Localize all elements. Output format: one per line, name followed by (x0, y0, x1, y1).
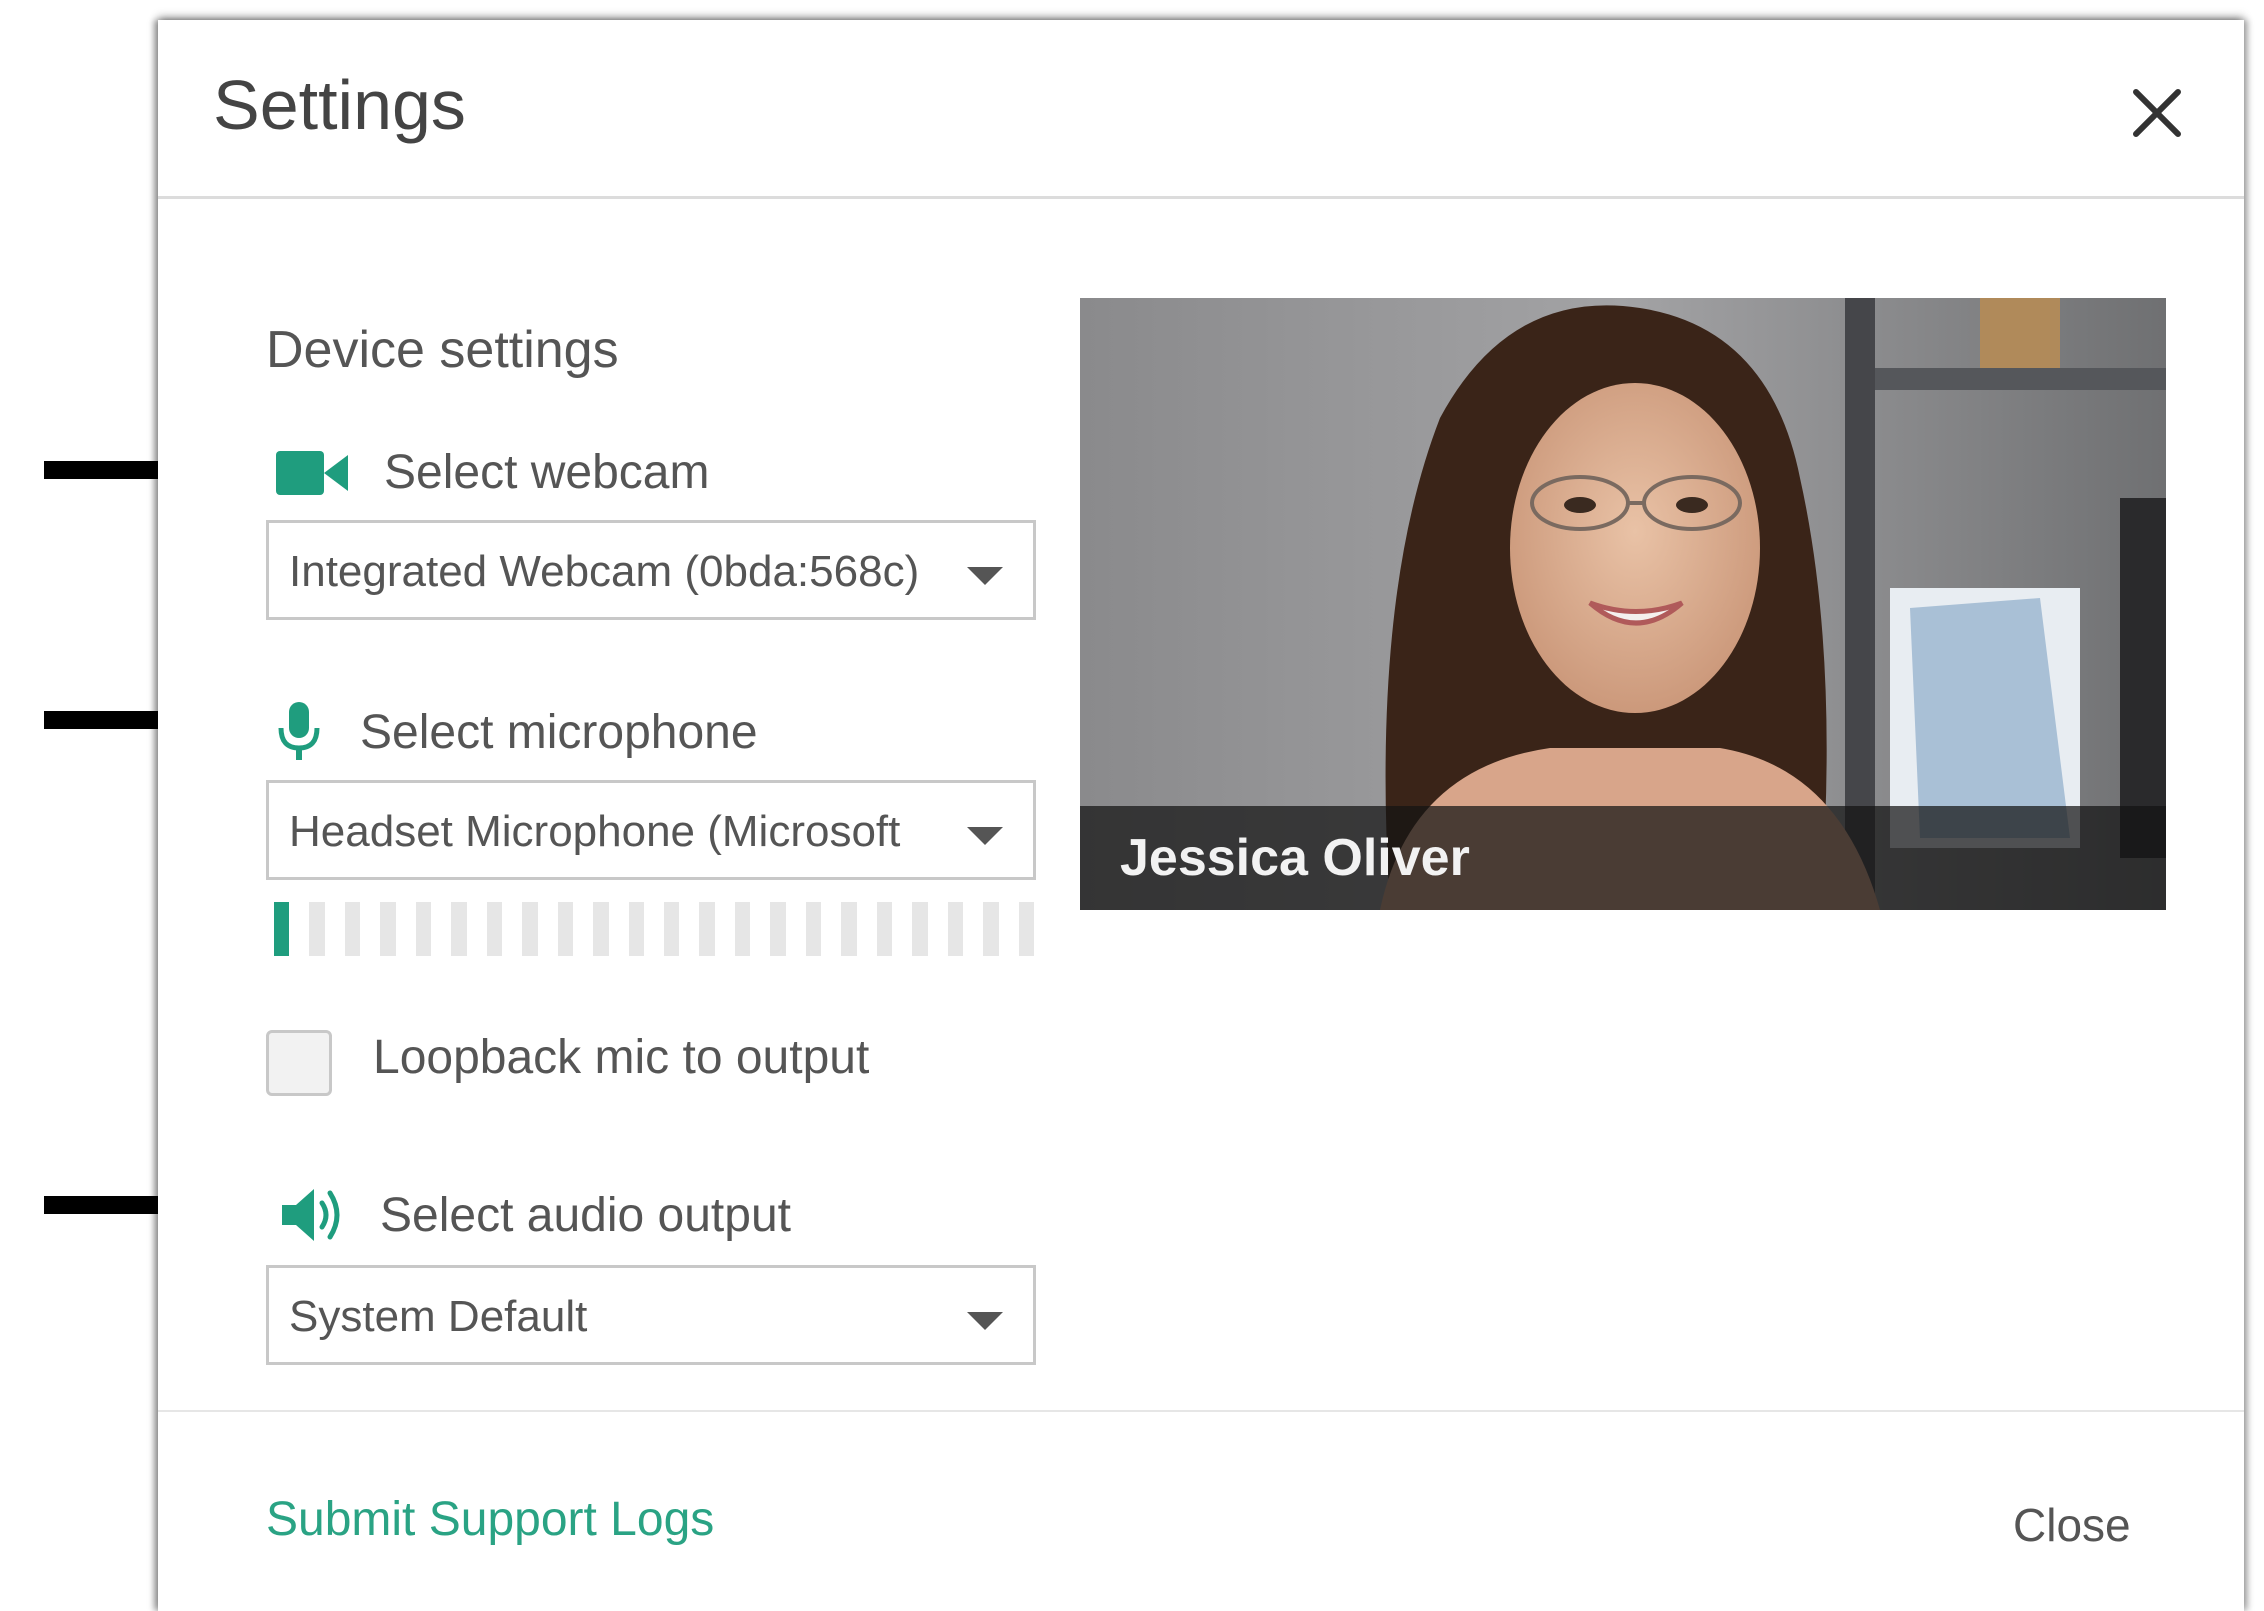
close-icon[interactable] (2122, 78, 2192, 148)
mic-level-bar (841, 902, 857, 956)
microphone-icon (274, 700, 324, 764)
dialog-header: Settings (158, 20, 2244, 199)
webcam-select-value: Integrated Webcam (0bda:568c) (289, 547, 920, 596)
mic-level-bar (309, 902, 325, 956)
mic-level-bar (947, 902, 964, 956)
webcam-label-text: Select webcam (384, 446, 710, 499)
loopback-checkbox[interactable] (266, 1030, 332, 1096)
webcam-select[interactable]: Integrated Webcam (0bda:568c) (266, 520, 1036, 620)
mic-level-bar (1018, 902, 1034, 956)
mic-level-bar (451, 902, 467, 956)
participant-name: Jessica Oliver (1120, 829, 1470, 887)
footer-divider (158, 1410, 2244, 1412)
mic-level-bar (557, 902, 574, 956)
chevron-down-icon (967, 567, 1003, 585)
mic-level-bar (486, 902, 503, 956)
mic-level-bar (593, 902, 609, 956)
dialog-title: Settings (213, 66, 466, 144)
microphone-select-value: Headset Microphone (Microsoft (289, 807, 901, 856)
mic-level-bar (983, 902, 999, 956)
mic-level-bar (770, 902, 786, 956)
microphone-label-text: Select microphone (360, 705, 758, 759)
loopback-label: Loopback mic to output (373, 1031, 870, 1084)
close-button[interactable]: Close (2013, 1498, 2131, 1552)
mic-level-bar (344, 902, 361, 956)
mic-level-bar (734, 902, 751, 956)
webcam-label: Select webcam (276, 445, 709, 500)
mic-level-bar (415, 902, 432, 956)
microphone-label: Select microphone (274, 700, 758, 764)
mic-level-bar (876, 902, 893, 956)
mic-level-bar (699, 902, 715, 956)
submit-support-logs-link[interactable]: Submit Support Logs (266, 1492, 714, 1547)
mic-level-bar (628, 902, 644, 956)
mic-level-bar (912, 902, 928, 956)
device-settings-heading: Device settings (266, 321, 619, 379)
preview-name-bar: Jessica Oliver (1080, 806, 2166, 910)
mic-level-meter (274, 902, 1034, 956)
audio-output-select-value: System Default (289, 1292, 588, 1341)
speaker-icon (280, 1185, 346, 1245)
audio-output-label-text: Select audio output (380, 1188, 791, 1242)
mic-level-bar (663, 902, 680, 956)
mic-level-bar (380, 902, 396, 956)
audio-output-select[interactable]: System Default (266, 1265, 1036, 1365)
webcam-preview: Jessica Oliver (1080, 298, 2166, 910)
microphone-select[interactable]: Headset Microphone (Microsoft (266, 780, 1036, 880)
mic-level-bar (805, 902, 822, 956)
mic-level-bar (522, 902, 538, 956)
settings-dialog: Settings Device settings Select webcam I… (158, 20, 2244, 1611)
video-camera-icon (276, 450, 348, 495)
chevron-down-icon (967, 827, 1003, 845)
chevron-down-icon (967, 1312, 1003, 1330)
mic-level-bar (274, 902, 290, 956)
audio-output-label: Select audio output (280, 1185, 791, 1245)
